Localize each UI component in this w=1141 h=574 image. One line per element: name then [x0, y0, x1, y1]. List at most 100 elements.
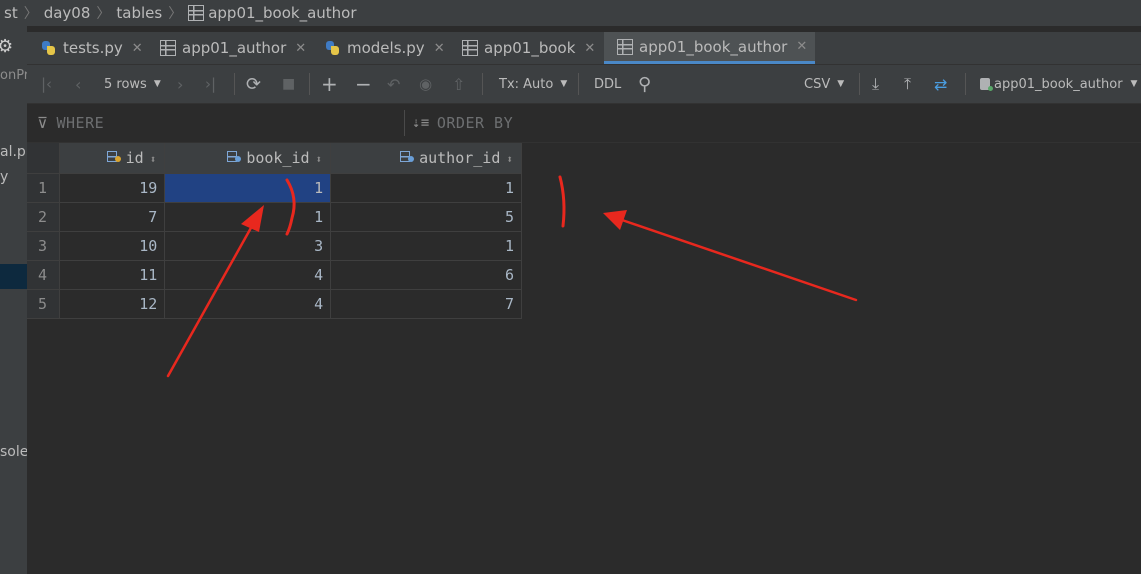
tab-app01-book-author[interactable]: app01_book_author ✕	[604, 32, 815, 64]
ddl-button[interactable]: DDL	[594, 65, 621, 103]
delete-row-icon[interactable]: −	[355, 65, 372, 103]
compare-icon[interactable]: ⇄	[934, 65, 947, 103]
close-icon[interactable]: ✕	[584, 41, 595, 56]
column-header-id[interactable]: id ⬍	[59, 143, 166, 174]
tab-app01-author[interactable]: app01_author ✕	[160, 32, 306, 64]
chevron-down-icon: ▼	[1130, 79, 1138, 89]
stop-icon[interactable]: ■	[282, 65, 295, 103]
export-icon[interactable]: ⤓	[872, 65, 879, 103]
project-tree-item[interactable]: sole	[0, 444, 27, 460]
table-row[interactable]: 3 10 3 1	[27, 231, 522, 261]
previous-page-icon[interactable]: ‹	[75, 65, 81, 103]
close-icon[interactable]: ✕	[295, 41, 306, 56]
table-icon	[617, 38, 633, 55]
toolbar-separator	[482, 73, 483, 95]
project-panel: ⚙ onPr al.p y sole	[0, 26, 27, 574]
cell-book-id[interactable]: 1	[164, 202, 332, 232]
sort-toggle-icon[interactable]: ⬍	[150, 153, 157, 166]
datasource-dropdown[interactable]: app01_book_author ▼	[980, 65, 1137, 103]
filter-icon: ⊽	[37, 114, 49, 132]
close-icon[interactable]: ✕	[434, 41, 445, 56]
project-tree-item[interactable]: y	[0, 169, 8, 185]
export-format-dropdown[interactable]: CSV ▼	[804, 65, 844, 103]
tab-tests-py[interactable]: tests.py ✕	[41, 32, 143, 64]
row-number[interactable]: 5	[27, 289, 61, 319]
column-header-author-id[interactable]: author_id ⬍	[330, 143, 522, 174]
search-icon[interactable]: ⚲	[638, 65, 651, 103]
table-row[interactable]: 1 19 1 1	[27, 173, 522, 203]
close-icon[interactable]: ✕	[796, 39, 807, 54]
annotation-arrow-line	[620, 218, 858, 302]
refresh-icon[interactable]: ⟳	[246, 65, 261, 103]
cell-author-id[interactable]: 6	[330, 260, 522, 290]
rows-count-dropdown[interactable]: 5 rows ▼	[104, 65, 161, 103]
cell-author-id[interactable]: 5	[330, 202, 522, 232]
project-tree-item[interactable]: onPr	[0, 68, 27, 83]
last-page-icon[interactable]: ›|	[205, 65, 216, 103]
data-editor-toolbar: |‹ ‹ 5 rows ▼ › ›| ⟳ ■ + − ↶ ◉ ⇧ Tx: Auto…	[27, 65, 1141, 104]
submit-icon[interactable]: ⇧	[452, 65, 465, 103]
close-icon[interactable]: ✕	[132, 41, 143, 56]
result-grid: id ⬍ book_id ⬍ author_id ⬍ 1 19 1 1 2 7 1 5…	[27, 143, 522, 319]
tab-models-py[interactable]: models.py ✕	[325, 32, 445, 64]
cell-book-id[interactable]: 3	[164, 231, 332, 261]
cell-author-id[interactable]: 1	[330, 231, 522, 261]
breadcrumb-item-current[interactable]: app01_book_author	[208, 4, 360, 22]
tab-app01-book[interactable]: app01_book ✕	[462, 32, 595, 64]
next-page-icon[interactable]: ›	[177, 65, 183, 103]
gear-icon[interactable]: ⚙	[0, 36, 13, 57]
toolbar-separator	[859, 73, 860, 95]
cell-id[interactable]: 11	[59, 260, 166, 290]
chevron-down-icon: ▼	[153, 79, 161, 89]
sort-icon: ⇣≡	[412, 115, 430, 131]
primary-key-column-icon	[106, 150, 122, 164]
cell-id[interactable]: 19	[59, 173, 166, 203]
filter-bar: ⊽ WHERE ⇣≡ ORDER BY	[27, 104, 1141, 143]
breadcrumb-item[interactable]: day08	[40, 4, 95, 22]
row-number[interactable]: 2	[27, 202, 61, 232]
row-number[interactable]: 1	[27, 173, 61, 203]
row-number[interactable]: 4	[27, 260, 61, 290]
chevron-right-icon: 〉	[96, 6, 111, 22]
chevron-right-icon: 〉	[168, 6, 183, 22]
tab-label: app01_book	[484, 39, 576, 57]
toolbar-separator	[234, 73, 235, 95]
order-by-input[interactable]: ⇣≡ ORDER BY	[412, 104, 513, 142]
datasource-icon	[980, 78, 993, 91]
breadcrumb: st 〉 day08 〉 tables 〉 app01_book_author	[0, 0, 1141, 26]
first-page-icon[interactable]: |‹	[41, 65, 52, 103]
transaction-mode-dropdown[interactable]: Tx: Auto ▼	[499, 65, 567, 103]
breadcrumb-item[interactable]: st	[0, 4, 22, 22]
cell-book-id-selected[interactable]: 1	[164, 173, 332, 203]
table-row[interactable]: 5 12 4 7	[27, 289, 522, 319]
where-filter-input[interactable]: ⊽ WHERE	[37, 104, 104, 142]
project-tree-selected-item[interactable]	[0, 264, 27, 289]
python-file-icon	[325, 40, 341, 56]
tab-label: app01_book_author	[639, 37, 788, 56]
table-icon	[462, 40, 478, 56]
revert-icon[interactable]: ↶	[387, 65, 400, 103]
cell-id[interactable]: 7	[59, 202, 166, 232]
table-icon	[160, 40, 176, 56]
chevron-down-icon: ▼	[837, 79, 845, 89]
table-row[interactable]: 2 7 1 5	[27, 202, 522, 232]
add-row-icon[interactable]: +	[321, 65, 338, 103]
cell-book-id[interactable]: 4	[164, 289, 332, 319]
import-icon[interactable]: ⤒	[904, 65, 911, 103]
cell-book-id[interactable]: 4	[164, 260, 332, 290]
breadcrumb-item[interactable]: tables	[112, 4, 166, 22]
foreign-key-column-icon	[399, 150, 415, 164]
project-tree-item[interactable]: al.p	[0, 144, 26, 160]
cell-id[interactable]: 10	[59, 231, 166, 261]
column-header-book-id[interactable]: book_id ⬍	[164, 143, 332, 174]
row-number[interactable]: 3	[27, 231, 61, 261]
cell-author-id[interactable]: 1	[330, 173, 522, 203]
table-row[interactable]: 4 11 4 6	[27, 260, 522, 290]
chevron-right-icon: 〉	[23, 6, 38, 22]
cell-id[interactable]: 12	[59, 289, 166, 319]
sort-toggle-icon[interactable]: ⬍	[506, 153, 513, 166]
preview-pending-changes-icon[interactable]: ◉	[419, 65, 432, 103]
filter-divider	[404, 110, 405, 136]
cell-author-id[interactable]: 7	[330, 289, 522, 319]
sort-toggle-icon[interactable]: ⬍	[316, 153, 323, 166]
